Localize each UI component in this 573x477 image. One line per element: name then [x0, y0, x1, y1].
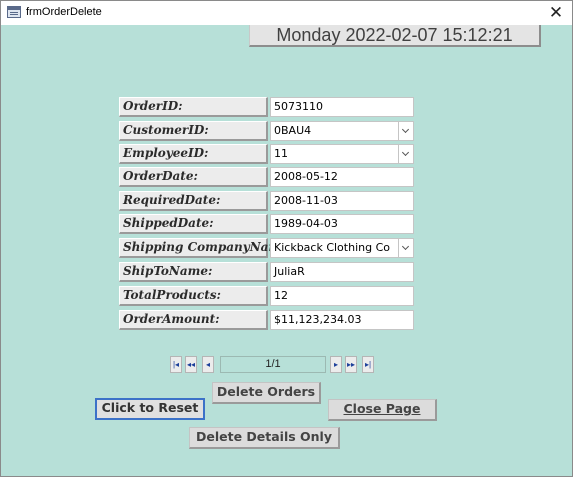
- title-bar: frmOrderDelete ✕: [1, 1, 572, 25]
- ship-to-name-field[interactable]: JuliaR: [270, 262, 414, 282]
- employee-id-value: 11: [274, 147, 288, 160]
- last-record-icon[interactable]: ▸|: [362, 356, 374, 373]
- order-id-label: OrderID:: [119, 97, 268, 117]
- previous-page-icon[interactable]: ◂◂: [185, 356, 197, 373]
- total-products-field[interactable]: 12: [270, 286, 414, 306]
- order-date-field[interactable]: 2008-05-12: [270, 167, 414, 187]
- window-title: frmOrderDelete: [26, 6, 102, 18]
- required-date-field[interactable]: 2008-11-03: [270, 191, 414, 211]
- form-window-icon: [7, 6, 21, 18]
- first-record-icon[interactable]: |◂: [170, 356, 182, 373]
- chevron-down-icon[interactable]: [398, 145, 413, 163]
- shipped-date-label: ShippedDate:: [119, 214, 268, 234]
- customer-id-combo[interactable]: 0BAU4: [270, 121, 414, 141]
- click-to-reset-button[interactable]: Click to Reset: [95, 398, 205, 420]
- chevron-down-icon[interactable]: [398, 239, 413, 257]
- previous-record-icon[interactable]: ◂: [202, 356, 214, 373]
- close-icon[interactable]: ✕: [544, 1, 568, 25]
- order-date-label: OrderDate:: [119, 167, 268, 187]
- customer-id-label: CustomerID:: [119, 121, 268, 141]
- ship-to-name-label: ShipToName:: [119, 262, 268, 282]
- record-counter[interactable]: 1/1: [220, 356, 326, 373]
- close-page-button[interactable]: Close Page: [328, 399, 437, 421]
- required-date-label: RequiredDate:: [119, 191, 268, 211]
- shipping-company-value: Kickback Clothing Co: [274, 241, 390, 254]
- chevron-down-icon[interactable]: [398, 122, 413, 140]
- delete-orders-button[interactable]: Delete Orders: [212, 382, 321, 404]
- form-window: frmOrderDelete ✕ Monday 2022-02-07 15:12…: [0, 0, 573, 477]
- order-amount-field[interactable]: $11,123,234.03: [270, 310, 414, 330]
- employee-id-combo[interactable]: 11: [270, 144, 414, 164]
- next-record-icon[interactable]: ▸: [330, 356, 342, 373]
- customer-id-value: 0BAU4: [274, 124, 312, 137]
- next-page-icon[interactable]: ▸▸: [345, 356, 357, 373]
- shipping-company-combo[interactable]: Kickback Clothing Co: [270, 238, 414, 258]
- total-products-label: TotalProducts:: [119, 286, 268, 306]
- delete-details-only-button[interactable]: Delete Details Only: [189, 427, 340, 449]
- datetime-display: Monday 2022-02-07 15:12:21: [249, 25, 541, 47]
- order-id-field[interactable]: 5073110: [270, 97, 414, 117]
- order-amount-label: OrderAmount:: [119, 310, 268, 330]
- shipped-date-field[interactable]: 1989-04-03: [270, 214, 414, 234]
- employee-id-label: EmployeeID:: [119, 144, 268, 164]
- shipping-company-label: Shipping CompanyName:: [119, 238, 293, 258]
